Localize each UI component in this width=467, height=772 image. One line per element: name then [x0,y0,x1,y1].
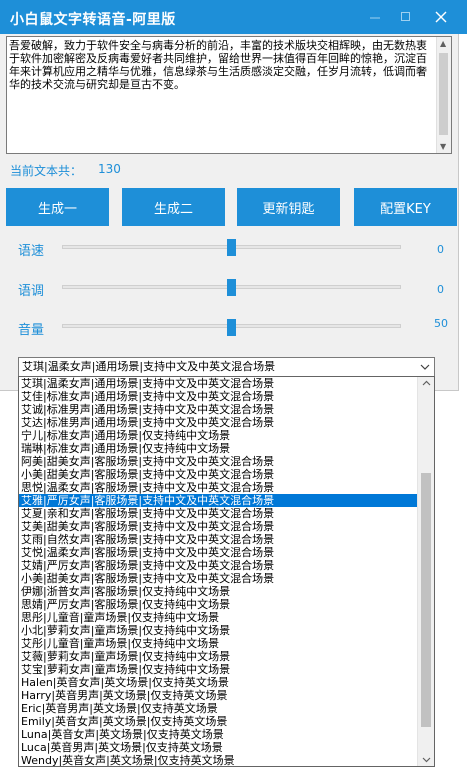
voice-option[interactable]: 艾雅|严厉女声|客服场景|支持中文及中英文混合场景 [19,494,417,507]
pitch-slider-thumb[interactable] [227,279,236,296]
text-count-value: 130 [98,162,121,176]
maximize-button[interactable] [389,0,423,34]
voice-option[interactable]: 阿美|甜美女声|客服场景|支持中文及中英文混合场景 [19,455,417,468]
voice-dropdown[interactable]: 艾琪|温柔女声|通用场景|支持中文及中英文混合场景 艾佳|标准女声|通用场景|支持… [18,376,435,767]
close-button[interactable] [424,0,458,34]
scroll-thumb[interactable] [439,53,448,135]
voice-option[interactable]: Luna|英音女声|英文场景|仅支持英文场景 [19,728,417,741]
voice-option[interactable]: 思婧|严厉女声|客服场景|仅支持纯中文场景 [19,598,417,611]
text-input[interactable]: 吾爱破解，致力于软件安全与病毒分析的前沿，丰富的技术版块交相辉映，由无数热衷于软… [7,37,438,153]
scroll-up-icon[interactable]: ▲ [440,39,446,48]
voice-option[interactable]: 艾悦|温柔女声|客服场景|支持中文及中英文混合场景 [19,546,417,559]
window-title: 小白鼠文字转语音-阿里版 [10,12,176,28]
voice-option[interactable]: 伊娜|浙普女声|客服场景|仅支持纯中文场景 [19,585,417,598]
dropdown-scroll-thumb[interactable] [421,473,431,727]
speed-slider-thumb[interactable] [227,239,236,256]
volume-label: 音量 [18,323,45,338]
voice-select-value: 艾琪|温柔女声|通用场景|支持中文及中英文混合场景 [22,360,276,373]
voice-option[interactable]: 艾夏|亲和女声|客服场景|支持中文及中英文混合场景 [19,507,417,520]
voice-option[interactable]: 艾达|标准男声|通用场景|支持中文及中英文混合场景 [19,416,417,429]
voice-option[interactable]: 小美|甜美女声|客服场景|支持中文及中英文混合场景 [19,468,417,481]
voice-option[interactable]: Eric|英音男声|英文场景|仅支持英文场景 [19,702,417,715]
scroll-down-icon[interactable] [422,757,431,763]
voice-option[interactable]: Luca|英音男声|英文场景|仅支持英文场景 [19,741,417,754]
text-input-area[interactable]: 吾爱破解，致力于软件安全与病毒分析的前沿，丰富的技术版块交相辉映，由无数热衷于软… [6,36,452,154]
voice-option-list[interactable]: 艾琪|温柔女声|通用场景|支持中文及中英文混合场景 艾佳|标准女声|通用场景|支持… [19,377,417,766]
generate-one-button[interactable]: 生成一 [6,188,109,226]
voice-option[interactable]: 小北|萝莉女声|童声场景|仅支持纯中文场景 [19,624,417,637]
voice-option[interactable]: 思彤|儿童音|童声场景|仅支持纯中文场景 [19,611,417,624]
voice-option[interactable]: 宁儿|标准女声|通用场景|仅支持纯中文场景 [19,429,417,442]
voice-option[interactable]: 小美|甜美女声|客服场景|支持中文及中英文混合场景 [19,572,417,585]
voice-option[interactable]: 瑞琳|标准女声|通用场景|仅支持纯中文场景 [19,442,417,455]
voice-option[interactable]: 思悦|温柔女声|客服场景|支持中文及中英文混合场景 [19,481,417,494]
speed-label: 语速 [18,244,45,259]
voice-option[interactable]: 艾薇|萝莉女声|童声场景|仅支持纯中文场景 [19,650,417,663]
volume-slider-thumb[interactable] [227,319,236,336]
voice-option[interactable]: 艾美|甜美女声|客服场景|支持中文及中英文混合场景 [19,520,417,533]
minimize-button[interactable] [358,0,392,34]
pitch-label: 语调 [18,284,45,299]
pitch-value: 0 [437,283,444,296]
volume-value: 50 [434,317,448,330]
voice-option[interactable]: Wendy|英音女声|英文场景|仅支持英文场景 [19,754,417,766]
voice-select[interactable]: 艾琪|温柔女声|通用场景|支持中文及中英文混合场景 [18,357,435,377]
close-icon [435,11,447,23]
dropdown-scrollbar[interactable] [417,377,434,766]
scroll-down-icon[interactable]: ▼ [440,142,446,151]
voice-option[interactable]: Halen|英音女声|英文场景|仅支持英文场景 [19,676,417,689]
voice-option[interactable]: 艾佳|标准女声|通用场景|支持中文及中英文混合场景 [19,390,417,403]
voice-option[interactable]: 艾诚|标准男声|通用场景|支持中文及中英文混合场景 [19,403,417,416]
text-count-label: 当前文本共： [10,164,83,178]
chevron-down-icon[interactable] [420,364,430,371]
text-scrollbar[interactable]: ▲ ▼ [436,37,451,153]
voice-option[interactable]: 艾雨|自然女声|客服场景|支持中文及中英文混合场景 [19,533,417,546]
voice-option[interactable]: 艾婧|严厉女声|客服场景|支持中文及中英文混合场景 [19,559,417,572]
main-panel: 吾爱破解，致力于软件安全与病毒分析的前沿，丰富的技术版块交相辉映，由无数热衷于软… [0,34,459,391]
voice-option[interactable]: 艾彤|儿童音|童声场景|仅支持纯中文场景 [19,637,417,650]
voice-option[interactable]: Harry|英音男声|英文场景|仅支持英文场景 [19,689,417,702]
title-bar[interactable]: 小白鼠文字转语音-阿里版 [0,0,467,34]
maximize-icon [401,12,410,21]
config-key-button[interactable]: 配置KEY [354,188,457,226]
speed-value: 0 [437,243,444,256]
refresh-key-button[interactable]: 更新钥匙 [237,188,340,226]
scroll-up-icon[interactable] [422,380,431,386]
generate-two-button[interactable]: 生成二 [122,188,225,226]
minimize-icon [370,17,380,19]
voice-option[interactable]: 艾琪|温柔女声|通用场景|支持中文及中英文混合场景 [19,377,417,390]
voice-option[interactable]: 艾宝|萝莉女声|童声场景|仅支持纯中文场景 [19,663,417,676]
voice-option[interactable]: Emily|英音女声|英文场景|仅支持英文场景 [19,715,417,728]
